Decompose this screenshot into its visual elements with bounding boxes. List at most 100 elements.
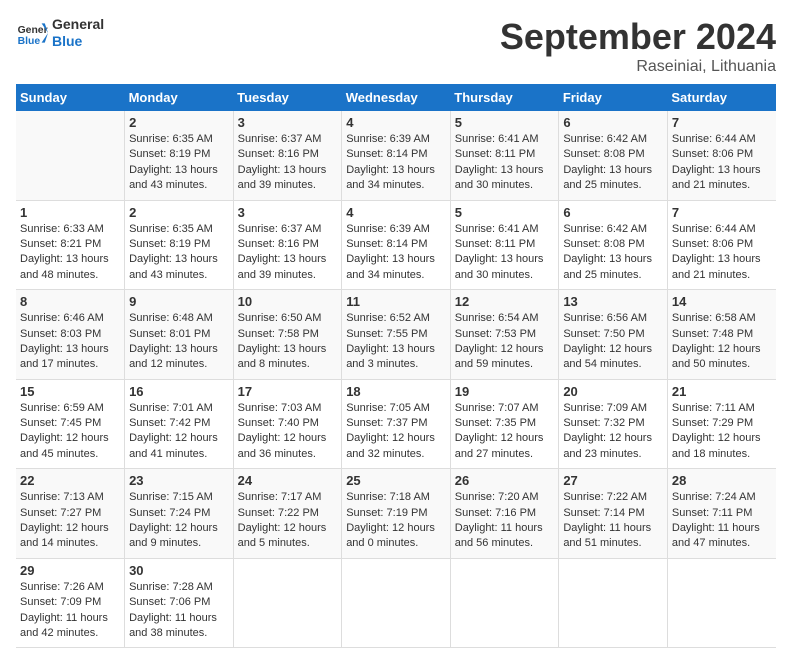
sunrise-time: 7:15 AM	[172, 491, 212, 503]
logo-blue: Blue	[52, 33, 104, 50]
day-info: Sunrise: 7:28 AM Sunset: 7:06 PM Dayligh…	[129, 580, 229, 642]
col-sunday: Sunday	[16, 84, 125, 111]
sunrise-label: Sunrise:	[238, 491, 281, 503]
sunrise-label: Sunrise:	[672, 491, 715, 503]
sunrise-time: 7:01 AM	[172, 402, 212, 414]
sunrise-time: 6:56 AM	[607, 312, 647, 324]
sunset-label: Sunset:	[346, 507, 386, 519]
day-number: 13	[563, 294, 663, 309]
sunrise-time: 6:42 AM	[607, 133, 647, 145]
sunrise-time: 6:54 AM	[498, 312, 538, 324]
day-number: 5	[455, 205, 555, 220]
sunset-time: 8:19 PM	[169, 238, 210, 250]
sunset-label: Sunset:	[20, 596, 60, 608]
daylight-label: Daylight: 13 hours and 25 minutes.	[563, 253, 652, 280]
calendar-cell: 6 Sunrise: 6:42 AM Sunset: 8:08 PM Dayli…	[559, 200, 668, 290]
day-number: 4	[346, 115, 446, 130]
sunset-time: 7:27 PM	[60, 507, 101, 519]
sunset-label: Sunset:	[346, 417, 386, 429]
daylight-label: Daylight: 12 hours and 59 minutes.	[455, 343, 544, 370]
calendar-week-row: 22 Sunrise: 7:13 AM Sunset: 7:27 PM Dayl…	[16, 469, 776, 559]
sunrise-time: 6:39 AM	[390, 223, 430, 235]
calendar-week-row: 29 Sunrise: 7:26 AM Sunset: 7:09 PM Dayl…	[16, 558, 776, 648]
sunrise-label: Sunrise:	[238, 223, 281, 235]
day-number: 11	[346, 294, 446, 309]
sunrise-time: 6:35 AM	[172, 223, 212, 235]
calendar-cell: 13 Sunrise: 6:56 AM Sunset: 7:50 PM Dayl…	[559, 290, 668, 380]
col-tuesday: Tuesday	[233, 84, 342, 111]
title-block: September 2024 Raseiniai, Lithuania	[500, 16, 776, 76]
day-info: Sunrise: 7:18 AM Sunset: 7:19 PM Dayligh…	[346, 490, 446, 552]
day-info: Sunrise: 6:35 AM Sunset: 8:19 PM Dayligh…	[129, 222, 229, 284]
page-header: General Blue General Blue September 2024…	[16, 16, 776, 76]
calendar-header-row: Sunday Monday Tuesday Wednesday Thursday…	[16, 84, 776, 111]
day-info: Sunrise: 7:20 AM Sunset: 7:16 PM Dayligh…	[455, 490, 555, 552]
sunrise-label: Sunrise:	[20, 312, 63, 324]
col-monday: Monday	[125, 84, 234, 111]
sunset-time: 7:14 PM	[604, 507, 645, 519]
sunset-time: 8:01 PM	[169, 328, 210, 340]
day-number: 28	[672, 473, 772, 488]
sunrise-time: 6:52 AM	[390, 312, 430, 324]
day-info: Sunrise: 7:15 AM Sunset: 7:24 PM Dayligh…	[129, 490, 229, 552]
sunset-label: Sunset:	[129, 417, 169, 429]
calendar-cell: 12 Sunrise: 6:54 AM Sunset: 7:53 PM Dayl…	[450, 290, 559, 380]
sunset-label: Sunset:	[238, 148, 278, 160]
calendar-cell: 10 Sunrise: 6:50 AM Sunset: 7:58 PM Dayl…	[233, 290, 342, 380]
sunrise-label: Sunrise:	[20, 223, 63, 235]
day-info: Sunrise: 7:24 AM Sunset: 7:11 PM Dayligh…	[672, 490, 772, 552]
calendar-cell: 9 Sunrise: 6:48 AM Sunset: 8:01 PM Dayli…	[125, 290, 234, 380]
sunset-time: 7:22 PM	[278, 507, 319, 519]
sunrise-label: Sunrise:	[563, 312, 606, 324]
sunset-time: 7:42 PM	[169, 417, 210, 429]
day-number: 24	[238, 473, 338, 488]
sunrise-label: Sunrise:	[455, 402, 498, 414]
daylight-label: Daylight: 13 hours and 25 minutes.	[563, 164, 652, 191]
sunset-label: Sunset:	[129, 238, 169, 250]
sunrise-time: 6:37 AM	[281, 133, 321, 145]
sunset-time: 8:14 PM	[387, 238, 428, 250]
svg-text:Blue: Blue	[18, 36, 41, 47]
daylight-label: Daylight: 13 hours and 8 minutes.	[238, 343, 327, 370]
sunrise-label: Sunrise:	[672, 312, 715, 324]
day-number: 9	[129, 294, 229, 309]
sunset-time: 8:21 PM	[60, 238, 101, 250]
sunrise-label: Sunrise:	[129, 491, 172, 503]
sunrise-time: 6:37 AM	[281, 223, 321, 235]
daylight-label: Daylight: 13 hours and 34 minutes.	[346, 253, 435, 280]
calendar-cell	[667, 558, 776, 648]
calendar-cell: 26 Sunrise: 7:20 AM Sunset: 7:16 PM Dayl…	[450, 469, 559, 559]
day-info: Sunrise: 7:26 AM Sunset: 7:09 PM Dayligh…	[20, 580, 120, 642]
day-number: 8	[20, 294, 120, 309]
daylight-label: Daylight: 13 hours and 48 minutes.	[20, 253, 109, 280]
sunset-time: 8:14 PM	[387, 148, 428, 160]
daylight-label: Daylight: 12 hours and 45 minutes.	[20, 432, 109, 459]
sunrise-time: 7:13 AM	[63, 491, 103, 503]
sunset-label: Sunset:	[455, 507, 495, 519]
sunset-label: Sunset:	[455, 417, 495, 429]
sunset-label: Sunset:	[346, 328, 386, 340]
logo-general: General	[52, 16, 104, 33]
daylight-label: Daylight: 13 hours and 39 minutes.	[238, 253, 327, 280]
sunrise-label: Sunrise:	[129, 402, 172, 414]
daylight-label: Daylight: 13 hours and 43 minutes.	[129, 164, 218, 191]
day-info: Sunrise: 6:58 AM Sunset: 7:48 PM Dayligh…	[672, 311, 772, 373]
calendar-cell: 3 Sunrise: 6:37 AM Sunset: 8:16 PM Dayli…	[233, 200, 342, 290]
sunrise-label: Sunrise:	[455, 312, 498, 324]
sunset-label: Sunset:	[129, 328, 169, 340]
day-number: 15	[20, 384, 120, 399]
day-info: Sunrise: 7:17 AM Sunset: 7:22 PM Dayligh…	[238, 490, 338, 552]
sunset-time: 8:11 PM	[495, 148, 535, 160]
sunrise-time: 6:58 AM	[715, 312, 755, 324]
day-info: Sunrise: 6:35 AM Sunset: 8:19 PM Dayligh…	[129, 132, 229, 194]
day-number: 3	[238, 205, 338, 220]
day-number: 22	[20, 473, 120, 488]
sunrise-time: 7:09 AM	[607, 402, 647, 414]
calendar-cell: 5 Sunrise: 6:41 AM Sunset: 8:11 PM Dayli…	[450, 111, 559, 200]
calendar-cell: 7 Sunrise: 6:44 AM Sunset: 8:06 PM Dayli…	[667, 200, 776, 290]
sunset-label: Sunset:	[563, 148, 603, 160]
sunset-label: Sunset:	[672, 417, 712, 429]
sunrise-time: 6:46 AM	[63, 312, 103, 324]
sunrise-time: 6:35 AM	[172, 133, 212, 145]
calendar-cell: 2 Sunrise: 6:35 AM Sunset: 8:19 PM Dayli…	[125, 200, 234, 290]
